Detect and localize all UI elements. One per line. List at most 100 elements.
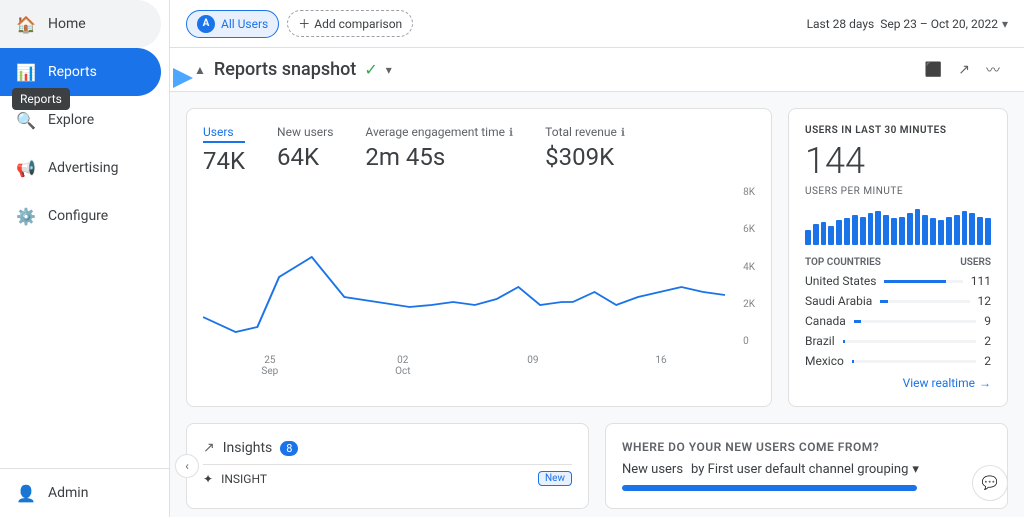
insights-title: Insights bbox=[223, 440, 273, 456]
segment-chip[interactable]: A All Users bbox=[186, 10, 279, 38]
x-label-09: 09 bbox=[527, 355, 538, 377]
sidebar-label-reports: Reports bbox=[48, 64, 97, 80]
realtime-bar bbox=[805, 230, 811, 245]
total-revenue-info-icon[interactable]: ℹ bbox=[621, 126, 625, 139]
share-icon[interactable]: ↗ bbox=[958, 62, 970, 78]
date-range-label: Sep 23 – Oct 20, 2022 bbox=[880, 17, 998, 31]
segment-avatar: A bbox=[197, 15, 215, 33]
new-users-filter-label: New users bbox=[622, 462, 683, 477]
country-bar-fill-mx bbox=[852, 360, 854, 363]
sidebar-item-configure[interactable]: ⚙️ Configure bbox=[0, 192, 161, 240]
segment-label: All Users bbox=[221, 17, 268, 31]
country-name-mx: Mexico bbox=[805, 354, 844, 368]
country-bar-br bbox=[843, 340, 977, 343]
insights-badge: 8 bbox=[280, 441, 298, 456]
country-count-us: 111 bbox=[971, 274, 991, 288]
realtime-subtitle: USERS PER MINUTE bbox=[805, 186, 991, 197]
country-row-us: United States 111 bbox=[805, 274, 991, 288]
country-count-sa: 12 bbox=[978, 294, 992, 308]
metric-total-revenue[interactable]: Total revenue ℹ $309K bbox=[545, 125, 625, 175]
insights-header: ↗ Insights 8 bbox=[203, 440, 572, 456]
screenshot-icon[interactable]: ⬛ bbox=[925, 62, 942, 78]
sidebar-bottom: 👤 Admin bbox=[0, 468, 169, 517]
country-bar-fill-ca bbox=[854, 320, 861, 323]
add-comparison-label: Add comparison bbox=[314, 17, 402, 31]
country-row-sa: Saudi Arabia 12 bbox=[805, 294, 991, 308]
view-realtime-arrow-icon: → bbox=[979, 376, 991, 390]
realtime-bar-chart bbox=[805, 205, 991, 245]
x-axis-labels: 25Sep 02Oct 09 16 bbox=[203, 355, 725, 377]
realtime-bar bbox=[954, 215, 960, 245]
realtime-bar bbox=[922, 215, 928, 245]
chat-bubble-button[interactable]: 💬 bbox=[972, 465, 1008, 501]
stats-card: Users 74K New users 64K Average engageme… bbox=[186, 108, 772, 407]
realtime-bar bbox=[868, 213, 874, 245]
sidebar-label-admin: Admin bbox=[48, 485, 88, 501]
realtime-bar bbox=[946, 217, 952, 245]
country-bar-fill-us bbox=[884, 280, 945, 283]
sidebar-item-advertising[interactable]: 📢 Advertising bbox=[0, 144, 161, 192]
countries-header: TOP COUNTRIES USERS bbox=[805, 257, 991, 268]
line-chart bbox=[203, 187, 725, 347]
country-row-mx: Mexico 2 bbox=[805, 354, 991, 368]
header-actions: ⬛ ↗ 〰 bbox=[925, 60, 1000, 80]
metric-users[interactable]: Users 74K bbox=[203, 125, 245, 175]
view-realtime-link[interactable]: View realtime → bbox=[805, 376, 991, 390]
country-name-ca: Canada bbox=[805, 314, 846, 328]
trending-icon: ↗ bbox=[203, 440, 215, 456]
new-users-title: WHERE DO YOUR NEW USERS COME FROM? bbox=[622, 440, 991, 454]
date-range-picker[interactable]: Sep 23 – Oct 20, 2022 ▾ bbox=[880, 17, 1008, 31]
activity-icon[interactable]: 〰 bbox=[986, 60, 1000, 80]
metric-total-revenue-label: Total revenue ℹ bbox=[545, 125, 625, 139]
new-users-filter[interactable]: New users by First user default channel … bbox=[622, 462, 991, 477]
advertising-icon: 📢 bbox=[16, 158, 36, 178]
metric-new-users-value: 64K bbox=[277, 143, 333, 171]
add-comparison-button[interactable]: ＋ Add comparison bbox=[287, 10, 413, 37]
sidebar-item-home[interactable]: 🏠 Home bbox=[0, 0, 161, 48]
realtime-bar bbox=[836, 220, 842, 245]
reports-tooltip: Reports bbox=[12, 88, 70, 110]
page-title: Reports snapshot bbox=[214, 59, 356, 80]
new-users-card: WHERE DO YOUR NEW USERS COME FROM? New u… bbox=[605, 423, 1008, 509]
realtime-bar bbox=[899, 217, 905, 245]
metric-avg-engagement[interactable]: Average engagement time ℹ 2m 45s bbox=[365, 125, 513, 175]
page-title-chevron-icon[interactable]: ▾ bbox=[386, 63, 392, 77]
page-title-area: ▲ Reports snapshot ✓ ▾ bbox=[194, 59, 392, 80]
realtime-bar bbox=[962, 211, 968, 245]
y-label-0: 0 bbox=[743, 336, 755, 347]
avg-engagement-info-icon[interactable]: ℹ bbox=[509, 126, 513, 139]
x-label-sep25: 25Sep bbox=[261, 355, 278, 377]
new-users-chevron-icon: ▾ bbox=[912, 462, 919, 477]
sidebar-collapse-button[interactable]: ‹ bbox=[175, 454, 199, 478]
realtime-bar bbox=[821, 222, 827, 245]
metrics-row: Users 74K New users 64K Average engageme… bbox=[203, 125, 755, 175]
country-row-br: Brazil 2 bbox=[805, 334, 991, 348]
date-prefix: Last 28 days bbox=[807, 17, 875, 31]
chevron-left-icon: ‹ bbox=[185, 459, 189, 473]
configure-icon: ⚙️ bbox=[16, 206, 36, 226]
chart-container: 8K 6K 4K 2K 0 25Sep 02Oct bbox=[203, 187, 755, 372]
country-name-br: Brazil bbox=[805, 334, 835, 348]
explore-icon: 🔍 bbox=[16, 110, 36, 130]
reports-icon: 📊 bbox=[16, 62, 36, 82]
realtime-card: USERS IN LAST 30 MINUTES 144 USERS PER M… bbox=[788, 108, 1008, 407]
sidebar-item-admin[interactable]: 👤 Admin bbox=[0, 469, 161, 517]
countries-header-left: TOP COUNTRIES bbox=[805, 257, 881, 268]
realtime-bar bbox=[969, 213, 975, 245]
country-count-ca: 9 bbox=[984, 314, 991, 328]
date-range-chevron-icon: ▾ bbox=[1002, 17, 1008, 31]
realtime-bar bbox=[852, 215, 858, 245]
main-content: A All Users ＋ Add comparison Last 28 day… bbox=[170, 0, 1024, 517]
page-header: ▲ Reports snapshot ✓ ▾ ⬛ ↗ 〰 bbox=[170, 48, 1024, 92]
realtime-title: USERS IN LAST 30 MINUTES bbox=[805, 125, 991, 136]
nav-arrow-indicator bbox=[165, 62, 197, 98]
metric-new-users[interactable]: New users 64K bbox=[277, 125, 333, 175]
country-bar-sa bbox=[880, 300, 969, 303]
realtime-bar bbox=[883, 215, 889, 245]
y-label-8k: 8K bbox=[743, 187, 755, 198]
y-label-4k: 4K bbox=[743, 262, 755, 273]
realtime-bar bbox=[985, 218, 991, 245]
realtime-bar bbox=[875, 211, 881, 245]
metric-avg-engagement-label: Average engagement time ℹ bbox=[365, 125, 513, 139]
metric-new-users-label: New users bbox=[277, 125, 333, 139]
